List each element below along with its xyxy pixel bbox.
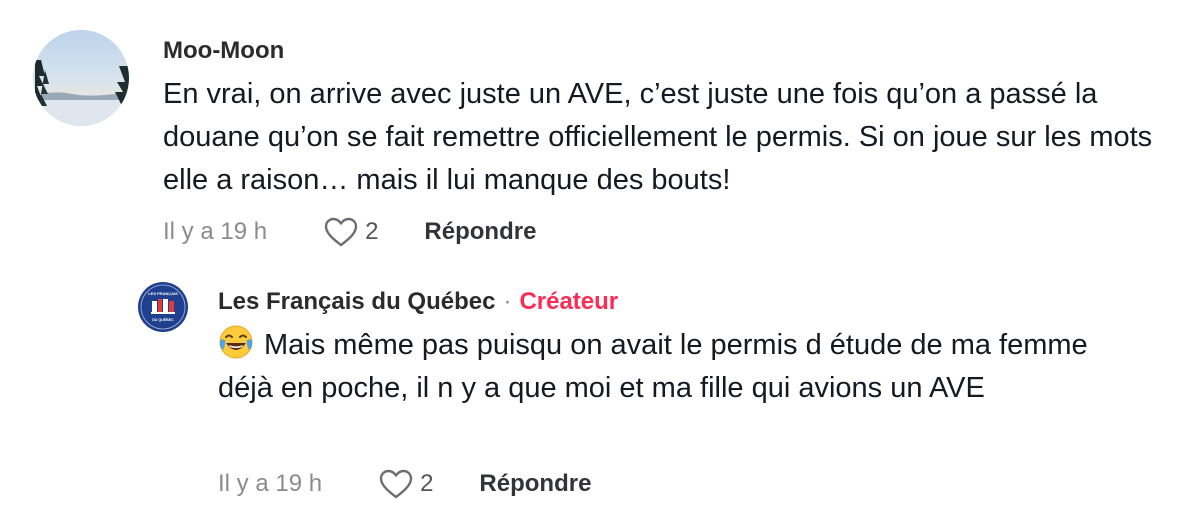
reply-author[interactable]: Les Français du Québec [218, 288, 495, 315]
les-francais-du-quebec-logo-icon: LES FRANÇAIS DU QUÉBEC [139, 283, 187, 331]
reply-text: Mais même pas puisqu on avait le permis … [218, 329, 1088, 404]
reply-author-line: Les Français du Québec · Créateur [218, 287, 618, 317]
like-button[interactable]: 2 [323, 216, 378, 248]
reply-timestamp: Il y a 19 h [218, 470, 323, 497]
reply-text-block: Mais même pas puisqu on avait le permis … [218, 324, 1143, 410]
heart-icon [324, 217, 358, 247]
reply-meta: Il y a 19 h 2 Répondre [218, 467, 591, 501]
reply-item: LES FRANÇAIS DU QUÉBEC Les Français du Q… [0, 260, 1178, 522]
reply-like-count: 2 [420, 470, 434, 497]
creator-badge: Créateur [519, 288, 619, 315]
comment-item: Moo-Moon En vrai, on arrive avec juste u… [0, 0, 1178, 260]
reply-button[interactable]: Répondre [424, 218, 536, 246]
comment-meta: Il y a 19 h 2 Répondre [163, 215, 536, 249]
logo-text-top: LES FRANÇAIS [148, 291, 178, 296]
winter-landscape-avatar-icon [33, 30, 129, 126]
heart-icon [379, 469, 413, 499]
comment-text: En vrai, on arrive avec juste un AVE, c’… [163, 78, 1153, 196]
user-avatar[interactable] [33, 30, 129, 126]
author-separator: · [503, 288, 512, 315]
comment-author[interactable]: Moo-Moon [163, 36, 284, 66]
reply-like-button[interactable]: 2 [378, 468, 433, 500]
reply-reply-button[interactable]: Répondre [479, 470, 591, 498]
face-with-tears-of-joy-icon [218, 324, 254, 360]
comment-timestamp: Il y a 19 h [163, 218, 268, 245]
creator-avatar[interactable]: LES FRANÇAIS DU QUÉBEC [138, 282, 188, 332]
like-count: 2 [365, 218, 379, 245]
logo-text-bottom: DU QUÉBEC [152, 317, 174, 322]
